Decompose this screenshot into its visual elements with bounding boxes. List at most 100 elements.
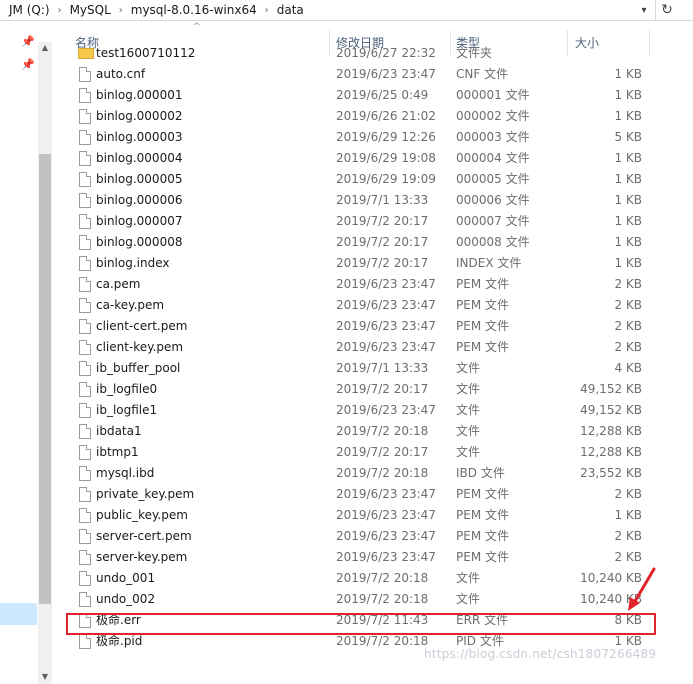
file-icon (79, 403, 91, 418)
table-row[interactable]: public_key.pem 2019/6/23 23:47 PEM 文件 1 KB (0, 505, 693, 526)
table-row[interactable]: undo_002 2019/7/2 20:18 文件 10,240 KB (0, 589, 693, 610)
breadcrumb-mysql-version[interactable]: mysql-8.0.16-winx64 (128, 3, 260, 17)
file-name: binlog.000008 (96, 235, 183, 249)
file-modified-date: 2019/6/29 19:08 (336, 151, 436, 165)
file-name: server-cert.pem (96, 529, 192, 543)
file-size: 1 KB (614, 109, 642, 123)
file-name: server-key.pem (96, 550, 188, 564)
table-row[interactable]: ibdata1 2019/7/2 20:18 文件 12,288 KB (0, 421, 693, 442)
refresh-button[interactable]: ↻ (655, 0, 678, 20)
file-size: 2 KB (614, 319, 642, 333)
file-size: 1 KB (614, 67, 642, 81)
file-type: PEM 文件 (456, 340, 509, 354)
file-modified-date: 2019/7/2 20:18 (336, 592, 429, 606)
file-icon (79, 508, 91, 523)
file-modified-date: 2019/6/23 23:47 (336, 529, 436, 543)
file-name: public_key.pem (96, 508, 188, 522)
file-modified-date: 2019/7/2 20:18 (336, 571, 429, 585)
file-modified-date: 2019/6/25 0:49 (336, 88, 429, 102)
table-row[interactable]: client-cert.pem 2019/6/23 23:47 PEM 文件 2 KB (0, 316, 693, 337)
file-icon (79, 382, 91, 397)
file-modified-date: 2019/6/23 23:47 (336, 277, 436, 291)
table-row[interactable]: binlog.000002 2019/6/26 21:02 000002 文件 1 K… (0, 106, 693, 127)
table-row[interactable]: private_key.pem 2019/6/23 23:47 PEM 文件 2 KB (0, 484, 693, 505)
file-type: 000003 文件 (456, 130, 530, 144)
file-type: CNF 文件 (456, 67, 509, 81)
file-modified-date: 2019/6/23 23:47 (336, 67, 436, 81)
file-name: binlog.000003 (96, 130, 183, 144)
breadcrumb-data[interactable]: data (274, 3, 307, 17)
breadcrumb-mysql[interactable]: MySQL (67, 3, 114, 17)
table-row[interactable]: binlog.000003 2019/6/29 12:26 000003 文件 5 K… (0, 127, 693, 148)
file-icon (79, 130, 91, 145)
table-row[interactable]: binlog.index 2019/7/2 20:17 INDEX 文件 1 KB (0, 253, 693, 274)
table-row[interactable]: client-key.pem 2019/6/23 23:47 PEM 文件 2 KB (0, 337, 693, 358)
file-modified-date: 2019/7/2 20:17 (336, 445, 429, 459)
table-row[interactable]: binlog.000008 2019/7/2 20:17 000008 文件 1 KB (0, 232, 693, 253)
table-row[interactable]: server-key.pem 2019/6/23 23:47 PEM 文件 2 KB (0, 547, 693, 568)
table-row[interactable]: server-cert.pem 2019/6/23 23:47 PEM 文件 2 KB (0, 526, 693, 547)
table-row[interactable]: ib_buffer_pool 2019/7/1 13:33 文件 4 KB (0, 358, 693, 379)
file-name: client-key.pem (96, 340, 184, 354)
file-icon (79, 445, 91, 460)
file-icon (79, 361, 91, 376)
file-icon (79, 67, 91, 82)
file-type: 文件 (456, 571, 481, 585)
file-size: 1 KB (614, 235, 642, 249)
address-dropdown-button[interactable]: ▾ (634, 0, 654, 20)
table-row[interactable]: auto.cnf 2019/6/23 23:47 CNF 文件 1 KB (0, 64, 693, 85)
chevron-down-icon: ▾ (641, 4, 647, 16)
table-row[interactable]: binlog.000005 2019/6/29 19:09 000005 文件 1 K… (0, 169, 693, 190)
table-row[interactable]: ca.pem 2019/6/23 23:47 PEM 文件 2 KB (0, 274, 693, 295)
chevron-right-icon[interactable]: › (53, 5, 67, 16)
chevron-right-icon[interactable]: › (114, 5, 128, 16)
file-name: ib_logfile0 (96, 382, 158, 396)
file-type: PEM 文件 (456, 319, 509, 333)
file-name: ca.pem (96, 277, 141, 291)
file-type: PEM 文件 (456, 277, 509, 291)
file-name: mysql.ibd (96, 466, 155, 480)
file-type: 000006 文件 (456, 193, 530, 207)
file-name: test1600710112 (96, 46, 196, 60)
file-icon (79, 634, 91, 649)
file-icon (79, 88, 91, 103)
file-size: 1 KB (614, 214, 642, 228)
file-icon (79, 214, 91, 229)
file-modified-date: 2019/7/2 20:17 (336, 214, 429, 228)
chevron-right-icon[interactable]: › (260, 5, 274, 16)
file-modified-date: 2019/6/27 22:32 (336, 46, 436, 60)
file-type: 文件夹 (456, 46, 493, 60)
table-row[interactable]: binlog.000001 2019/6/25 0:49 000001 文件 1 KB (0, 85, 693, 106)
breadcrumb-drive[interactable]: JM (Q:) (6, 3, 53, 17)
file-icon (79, 277, 91, 292)
file-name: binlog.000002 (96, 109, 183, 123)
file-size: 23,552 KB (580, 466, 642, 480)
file-name: ca-key.pem (96, 298, 165, 312)
file-name: private_key.pem (96, 487, 195, 501)
table-row[interactable]: undo_001 2019/7/2 20:18 文件 10,240 KB (0, 568, 693, 589)
table-row[interactable]: ibtmp1 2019/7/2 20:17 文件 12,288 KB (0, 442, 693, 463)
address-bar[interactable]: JM (Q:) › MySQL › mysql-8.0.16-winx64 › … (0, 0, 693, 21)
table-row[interactable]: binlog.000007 2019/7/2 20:17 000007 文件 1 KB (0, 211, 693, 232)
file-size: 2 KB (614, 487, 642, 501)
file-type: INDEX 文件 (456, 256, 522, 270)
file-modified-date: 2019/7/1 13:33 (336, 193, 429, 207)
file-icon (79, 109, 91, 124)
file-type: 000004 文件 (456, 151, 530, 165)
file-size: 5 KB (614, 130, 642, 144)
table-row[interactable]: binlog.000006 2019/7/1 13:33 000006 文件 1 KB (0, 190, 693, 211)
table-row[interactable]: mysql.ibd 2019/7/2 20:18 IBD 文件 23,552 KB (0, 463, 693, 484)
file-modified-date: 2019/6/23 23:47 (336, 298, 436, 312)
table-row[interactable]: ib_logfile0 2019/7/2 20:17 文件 49,152 KB (0, 379, 693, 400)
file-modified-date: 2019/7/1 13:33 (336, 361, 429, 375)
file-size: 1 KB (614, 172, 642, 186)
file-type: 000002 文件 (456, 109, 530, 123)
file-size: 49,152 KB (580, 403, 642, 417)
table-row[interactable]: binlog.000004 2019/6/29 19:08 000004 文件 1 K… (0, 148, 693, 169)
table-row[interactable]: ib_logfile1 2019/6/23 23:47 文件 49,152 KB (0, 400, 693, 421)
table-row[interactable]: test1600710112 2019/6/27 22:32 文件夹 (0, 45, 693, 64)
file-type: PEM 文件 (456, 487, 509, 501)
file-modified-date: 2019/6/23 23:47 (336, 550, 436, 564)
file-type: 文件 (456, 445, 481, 459)
table-row[interactable]: ca-key.pem 2019/6/23 23:47 PEM 文件 2 KB (0, 295, 693, 316)
